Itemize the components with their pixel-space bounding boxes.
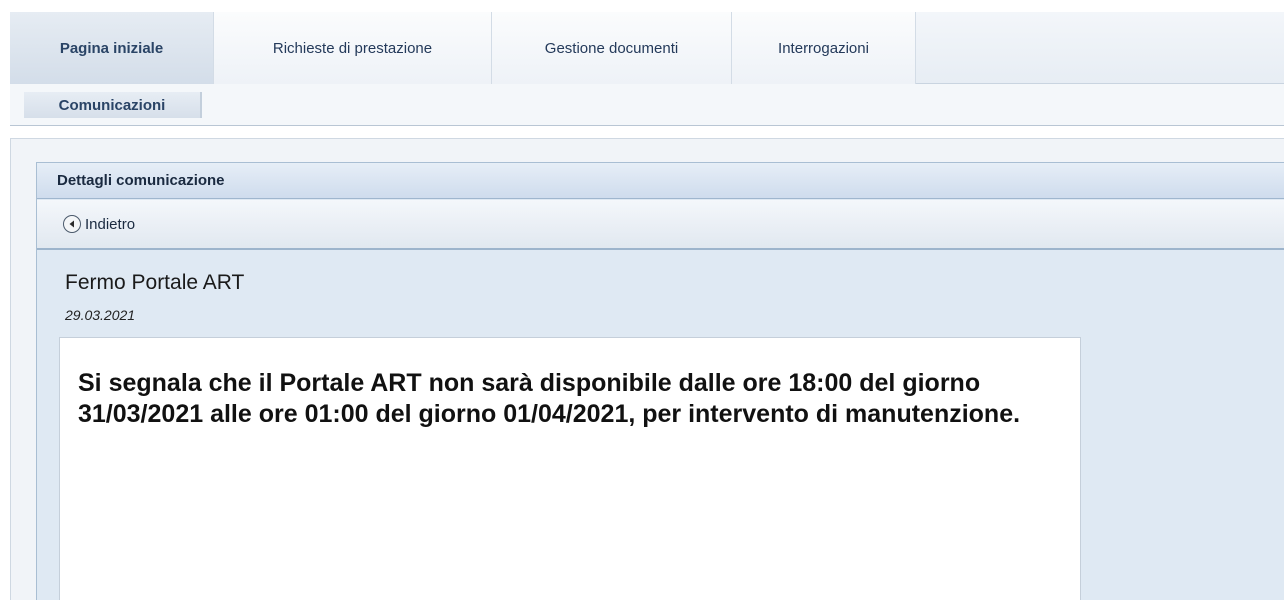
tab-label: Richieste di prestazione: [272, 39, 433, 57]
message-body: Si segnala che il Portale ART non sarà d…: [78, 369, 1021, 428]
message-title: Fermo Portale ART: [65, 271, 245, 294]
panel-toolbar: Indietro: [37, 200, 1284, 250]
tab-gestione-documenti[interactable]: Gestione documenti: [492, 12, 732, 84]
message-date: 29.03.2021: [65, 307, 136, 323]
tab-pagina-iniziale[interactable]: Pagina iniziale: [10, 12, 214, 85]
message-body-box: Si segnala che il Portale ART non sarà d…: [59, 337, 1081, 600]
subtab-comunicazioni[interactable]: Comunicazioni: [24, 92, 202, 118]
panel-title: Dettagli comunicazione: [57, 172, 225, 189]
back-button-label: Indietro: [85, 215, 136, 233]
back-button[interactable]: Indietro: [63, 215, 135, 233]
panel-header: Dettagli comunicazione: [37, 163, 1284, 199]
tab-richieste-di-prestazione[interactable]: Richieste di prestazione: [214, 12, 492, 84]
main-tab-bar: Pagina iniziale Richieste di prestazione…: [10, 12, 1284, 85]
subtab-label: Comunicazioni: [58, 96, 166, 114]
tab-label: Pagina iniziale: [59, 40, 164, 57]
tab-label: Interrogazioni: [778, 39, 869, 57]
arrow-left-circle-icon: [63, 215, 81, 233]
communication-detail-panel: Dettagli comunicazione Indietro Fermo Po…: [36, 162, 1284, 600]
sub-tab-bar: Comunicazioni: [10, 84, 1284, 126]
tab-interrogazioni[interactable]: Interrogazioni: [732, 12, 916, 84]
tab-label: Gestione documenti: [544, 39, 679, 57]
